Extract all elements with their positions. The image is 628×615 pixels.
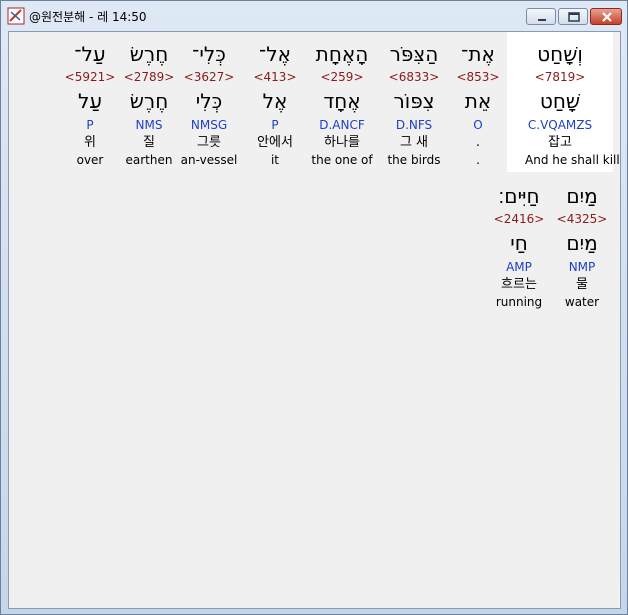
word-column[interactable]: הָאֶחָת <259> אֶחָד D.ANCF 하나를 the one o…: [307, 38, 377, 168]
strong-number[interactable]: <259>: [307, 68, 377, 86]
strong-number[interactable]: <6833>: [379, 68, 449, 86]
lemma: חַי: [510, 231, 528, 255]
lemma: אֵת: [464, 89, 492, 113]
english-gloss: the birds: [387, 153, 441, 167]
korean-gloss: 그 새: [399, 135, 429, 150]
english-gloss: over: [76, 153, 104, 167]
english-gloss: .: [476, 153, 480, 167]
korean-gloss: 안에서: [257, 135, 293, 150]
korean-gloss: 물: [576, 277, 588, 292]
hebrew-word: הָאֶחָת: [315, 42, 369, 66]
lemma: שָׁחַט: [539, 89, 581, 113]
window-title: @원전분해 - 레 14:50: [29, 10, 147, 24]
english-gloss: water: [564, 295, 600, 309]
lemma: צִפּוֹר: [393, 89, 435, 113]
grammar-code: P: [86, 118, 94, 132]
word-column[interactable]: עַל־ <5921> עַל P 위 over: [55, 38, 125, 168]
hebrew-word: אֶל־: [259, 42, 291, 66]
grammar-code: O: [473, 118, 483, 132]
word-column[interactable]: כְּלִי־ <3627> כְּלִי NMSG 그릇 an-vessel: [174, 38, 244, 168]
grammar-code: P: [271, 118, 279, 132]
english-gloss: an-vessel: [180, 153, 238, 167]
maximize-icon: [568, 12, 580, 22]
korean-gloss: 위: [84, 135, 96, 150]
word-column[interactable]: חַיִּים׃ <2416> חַי AMP 흐르는 running: [484, 180, 554, 310]
strong-number[interactable]: <3627>: [174, 68, 244, 86]
grammar-code: NMSG: [190, 118, 228, 132]
minimize-button[interactable]: [526, 8, 556, 25]
hebrew-word: אֶת־: [461, 42, 495, 66]
korean-gloss: 잡고: [548, 135, 572, 150]
grammar-code: NMP: [568, 260, 596, 274]
strong-number[interactable]: <853>: [443, 68, 513, 86]
word-column[interactable]: אֶל־ <413> אֶל P 안에서 it: [240, 38, 310, 168]
korean-gloss: 흐르는: [501, 277, 537, 292]
close-icon: [602, 12, 612, 22]
grammar-code: D.NFS: [395, 118, 433, 132]
strong-number[interactable]: <7819>: [525, 68, 595, 86]
word-column[interactable]: מַיִם <4325> מַיִם NMP 물 water: [547, 180, 617, 310]
strong-number[interactable]: <5921>: [55, 68, 125, 86]
strong-number[interactable]: <2416>: [484, 210, 554, 228]
grammar-code: AMP: [506, 260, 532, 274]
strong-number[interactable]: <4325>: [547, 210, 617, 228]
word-column[interactable]: אֶת־ <853> אֵת O . .: [443, 38, 513, 168]
lemma: כְּלִי: [195, 89, 223, 113]
english-gloss: the one of: [311, 153, 373, 167]
korean-gloss: 그릇: [197, 135, 221, 150]
maximize-button[interactable]: [558, 8, 588, 25]
korean-gloss: .: [475, 135, 481, 150]
app-window: @원전분해 - 레 14:50 וְשָׁחַט <7819> שָׁחַט C…: [0, 0, 628, 615]
english-gloss: it: [270, 153, 280, 167]
hebrew-word: וְשָׁחַט: [537, 42, 583, 66]
english-gloss: running: [495, 295, 543, 309]
korean-gloss: 하나를: [324, 135, 360, 150]
hebrew-word: מַיִם: [566, 184, 598, 208]
lemma: עַל: [77, 89, 103, 113]
lemma: אֶחָד: [323, 89, 361, 113]
hebrew-word: חַיִּים׃: [498, 184, 540, 208]
lemma: אֶל: [262, 89, 288, 113]
title-bar[interactable]: @원전분해 - 레 14:50: [1, 1, 627, 31]
word-column[interactable]: הַצִּפֹּר <6833> צִפּוֹר D.NFS 그 새 the b…: [379, 38, 449, 168]
close-button[interactable]: [590, 8, 622, 25]
strong-number[interactable]: <413>: [240, 68, 310, 86]
minimize-icon: [538, 19, 546, 21]
interlinear-view[interactable]: וְשָׁחַט <7819> שָׁחַט C.VQAMZS 잡고 And h…: [8, 31, 621, 609]
english-gloss: And he shall kill: [525, 153, 620, 167]
grammar-code: D.ANCF: [319, 118, 365, 132]
app-icon: [7, 7, 25, 25]
hebrew-word: כְּלִי־: [192, 42, 226, 66]
hebrew-word: הַצִּפֹּר: [389, 42, 439, 66]
lemma: מַיִם: [566, 231, 598, 255]
word-column[interactable]: וְשָׁחַט <7819> שָׁחַט C.VQAMZS 잡고 And h…: [525, 38, 620, 168]
hebrew-word: עַל־: [74, 42, 106, 66]
grammar-code: C.VQAMZS: [527, 118, 593, 132]
